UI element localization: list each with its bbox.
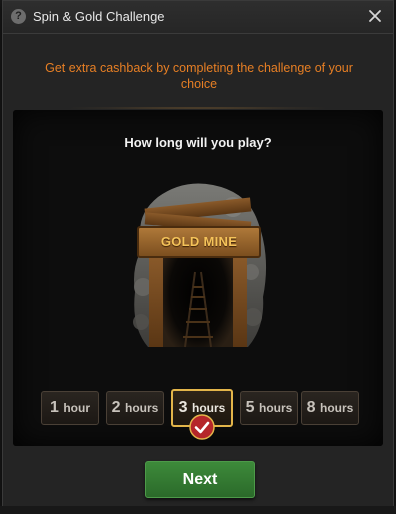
gold-mine-illustration — [133, 183, 267, 348]
hour-option-5[interactable]: 5 hours — [240, 391, 298, 425]
hour-option-number: 3 — [178, 399, 188, 416]
dialog-titlebar: ? Spin & Gold Challenge — [3, 1, 393, 34]
next-button[interactable]: Next — [145, 461, 255, 498]
selected-check-icon — [189, 414, 215, 440]
hour-option-number: 1 — [49, 399, 59, 416]
hour-option-2[interactable]: 2 hours — [106, 391, 164, 425]
challenge-name-label: GOLD MINE — [160, 234, 238, 249]
background-strip — [0, 506, 396, 514]
question-circle-icon[interactable]: ? — [11, 9, 26, 24]
hour-option-number: 2 — [111, 399, 121, 416]
hour-option-unit: hours — [192, 401, 226, 415]
hour-option-number: 5 — [245, 399, 255, 416]
hour-option-unit: hour — [63, 401, 91, 415]
question-heading: How long will you play? — [124, 135, 272, 150]
divider-glow — [63, 107, 333, 109]
hour-option-unit: hours — [125, 401, 159, 415]
challenge-dialog: ? Spin & Gold Challenge Get extra cashba… — [2, 0, 394, 512]
hour-option-unit: hours — [259, 401, 293, 415]
subtitle: Get extra cashback by completing the cha… — [45, 61, 353, 91]
dialog-title: Spin & Gold Challenge — [33, 9, 165, 24]
hour-option-1[interactable]: 1 hour — [41, 391, 99, 425]
hour-option-number: 8 — [306, 399, 316, 416]
hour-option-8[interactable]: 8 hours — [301, 391, 359, 425]
close-icon[interactable] — [367, 8, 383, 24]
hour-option-unit: hours — [320, 401, 354, 415]
